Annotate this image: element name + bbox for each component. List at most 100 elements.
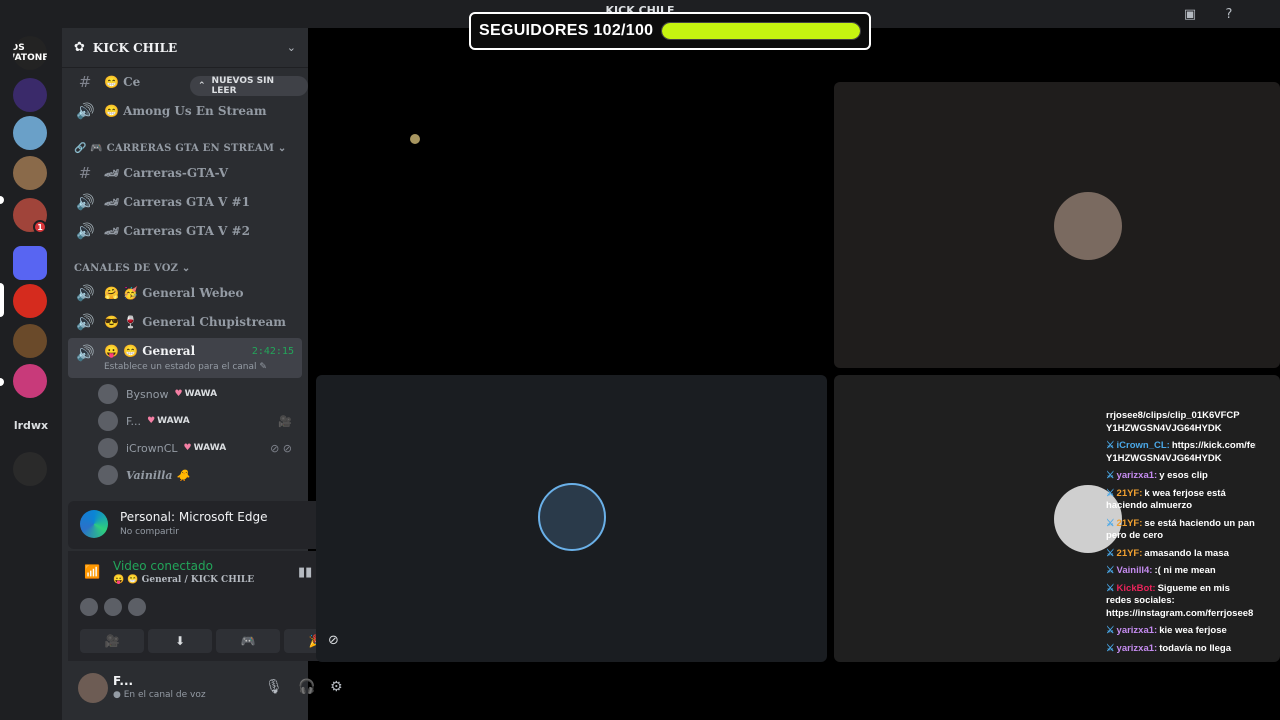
- video-tile[interactable]: ⊘: [316, 375, 827, 662]
- category-gta[interactable]: 🔗 🎮 CARRERAS GTA EN STREAM ⌄: [74, 143, 286, 154]
- share-source-title: Personal: Microsoft Edge: [120, 510, 268, 524]
- sword-badge-icon: ⚔: [1106, 470, 1115, 481]
- activities-button[interactable]: 🎮: [216, 629, 280, 653]
- stop-share-link[interactable]: No compartir: [120, 527, 179, 537]
- channel-status-prompt[interactable]: Establece un estado para el canal ✎: [104, 362, 267, 372]
- avatar: [80, 598, 98, 616]
- share-screen-icon: ⬇: [174, 634, 186, 648]
- chat-username: KickBot:: [1116, 582, 1156, 594]
- followers-progress-fill: [662, 23, 860, 39]
- followers-goal-overlay: SEGUIDORES 102/100: [469, 12, 871, 50]
- soundboard-icon[interactable]: ▮▮: [298, 565, 312, 580]
- channel-item[interactable]: 🔊 😁 Among Us En Stream: [68, 98, 302, 124]
- video-tile[interactable]: [316, 82, 827, 368]
- avatar[interactable]: [78, 673, 108, 703]
- chat-message: ⚔ KickBot: Sigueme en mis redes sociales: …: [1106, 583, 1256, 621]
- chat-text: :( ni me mean: [1154, 565, 1216, 576]
- avatar: [98, 438, 118, 458]
- channel-sidebar: ✿ KICK CHILE ⌄ # 😁 Ce ⌃ NUEVOS SIN LEER …: [62, 28, 364, 720]
- user-status: ● En el canal de voz: [113, 690, 206, 700]
- pokeball-server[interactable]: [13, 452, 47, 486]
- voice-location[interactable]: 😛 😁 General / KICK CHILE: [113, 575, 254, 585]
- server-header[interactable]: ✿ KICK CHILE ⌄: [62, 28, 308, 68]
- unread-indicator: [0, 196, 4, 204]
- server-lrdwx[interactable]: lrdwx: [0, 419, 62, 432]
- new-unread-button[interactable]: ⌃ NUEVOS SIN LEER: [190, 76, 308, 96]
- gamepad-icon: 🎮: [240, 634, 256, 648]
- microphone-icon[interactable]: 🎙: [265, 679, 283, 695]
- horse-server[interactable]: [13, 156, 47, 190]
- speaker-icon: 🔊: [76, 193, 95, 211]
- los-watones-server[interactable]: LOS WATONES: [13, 36, 47, 70]
- purple-server[interactable]: [13, 78, 47, 112]
- share-screen-button[interactable]: ⬇: [148, 629, 212, 653]
- folder-server[interactable]: [13, 246, 47, 280]
- hide-video-icon[interactable]: ⊘: [328, 633, 339, 648]
- edge-browser-icon: [80, 510, 108, 538]
- channel-item[interactable]: # 🏎 Carreras-GTA-V: [68, 160, 302, 186]
- camera-icon: 🎥: [278, 414, 292, 428]
- user-tag: ♥ WAWA: [174, 389, 218, 399]
- avatar: [98, 465, 118, 485]
- chat-text: amasando la masa: [1144, 547, 1229, 559]
- chile-flag-server[interactable]: [13, 284, 47, 318]
- voice-user[interactable]: F... ♥ WAWA 🎥: [98, 409, 298, 433]
- channel-item[interactable]: 🔊 🏎 Carreras GTA V #1: [68, 189, 302, 215]
- avatar: [128, 598, 146, 616]
- selected-server-indicator: [0, 283, 4, 317]
- chat-message: ⚔ 21YF: k wea ferjose está haciendo almuer…: [1106, 488, 1256, 513]
- channel-item[interactable]: 🔊 🤗 🥳 General Webeo: [68, 280, 302, 306]
- chat-username: 21YF:: [1116, 487, 1143, 499]
- avatar: [538, 483, 606, 551]
- channel-item[interactable]: 🔊 😎 🍷 General Chupistream: [68, 309, 302, 335]
- landscape-server[interactable]: [13, 116, 47, 150]
- unread-indicator: [0, 378, 4, 386]
- speaker-icon: 🔊: [76, 222, 95, 240]
- username[interactable]: F...: [113, 674, 133, 688]
- signal-icon: 📶: [84, 565, 101, 580]
- user-panel: F... ● En el canal de voz 🎙 🎧 ⚙: [68, 665, 364, 713]
- video-tile[interactable]: [834, 82, 1280, 368]
- category-voice[interactable]: CANALES DE VOZ ⌄: [74, 263, 190, 274]
- sword-badge-icon: ⚔: [1106, 517, 1115, 529]
- sword-badge-icon: ⚔: [1106, 582, 1115, 594]
- followers-progress-track: [661, 22, 861, 40]
- avatar: [98, 384, 118, 404]
- sword-badge-icon: ⚔: [1106, 547, 1115, 559]
- chat-username: 21YF:: [1116, 517, 1143, 529]
- sword-badge-icon: ⚔: [1106, 625, 1115, 636]
- headphones-icon[interactable]: 🎧: [298, 679, 315, 695]
- speaker-icon: 🔊: [76, 344, 95, 362]
- chat-text: rrjosee8/clips/clip_01K6VFCP Y1HZWGSN4VJ…: [1106, 410, 1240, 434]
- camera-icon: 🎥: [104, 634, 120, 648]
- screen-share-status-icon[interactable]: ▣: [1181, 5, 1199, 23]
- stream-chat-overlay: rrjosee8/clips/clip_01K6VFCP Y1HZWGSN4VJ…: [1106, 410, 1256, 710]
- voice-status[interactable]: Video conectado: [113, 559, 213, 573]
- sword-badge-icon: ⚔: [1106, 440, 1115, 451]
- camera-button[interactable]: 🎥: [80, 629, 144, 653]
- chat-username: yarizxa1:: [1116, 625, 1158, 636]
- hash-icon: #: [78, 73, 92, 91]
- user-tag: ♥ WAWA: [147, 416, 190, 426]
- chat-username: iCrown_CL:: [1116, 440, 1170, 451]
- channel-item[interactable]: 🔊 🏎 Carreras GTA V #2: [68, 218, 302, 244]
- avatar: [98, 411, 118, 431]
- chat-username: yarizxa1:: [1116, 642, 1158, 654]
- server-boost-icon: ✿: [74, 40, 85, 55]
- avatar: [104, 598, 122, 616]
- chat-message: ⚔ yarizxa1: todavía no llega: [1106, 643, 1256, 656]
- voice-user[interactable]: Bysnow ♥ WAWA: [98, 382, 298, 406]
- active-voice-channel[interactable]: 🔊 😛 😁 General 2:42:15 Establece un estad…: [68, 338, 302, 378]
- gear-icon[interactable]: ⚙: [330, 679, 343, 695]
- chat-text: y esos clip: [1159, 470, 1208, 481]
- call-timer: 2:42:15: [251, 346, 294, 357]
- hash-icon: #: [78, 164, 92, 182]
- soldier-server[interactable]: [13, 324, 47, 358]
- chat-message: ⚔ Vainill4::( ni me mean: [1106, 565, 1256, 578]
- speaker-icon: 🔊: [76, 313, 95, 331]
- voice-user[interactable]: Vainilla 🐥: [98, 463, 298, 487]
- chat-message: rrjosee8/clips/clip_01K6VFCP Y1HZWGSN4VJ…: [1106, 410, 1256, 435]
- pink-server[interactable]: [13, 364, 47, 398]
- voice-user[interactable]: iCrownCL ♥ WAWA ⊘ ⊘: [98, 436, 298, 460]
- help-icon[interactable]: ?: [1220, 5, 1238, 23]
